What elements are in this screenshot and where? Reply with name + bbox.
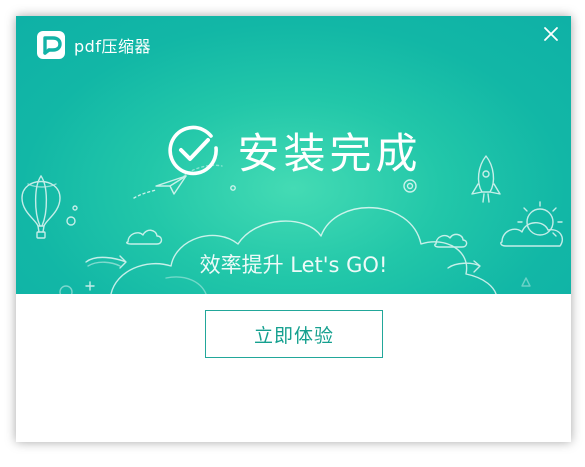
pdf-app-logo-icon bbox=[36, 30, 66, 60]
check-circle-icon bbox=[165, 122, 221, 178]
completion-title: 安装完成 bbox=[237, 128, 422, 178]
installer-window: pdf压缩器 安装完成 效率提升 Let's GO! 立即体验 bbox=[16, 16, 571, 442]
close-button[interactable] bbox=[539, 22, 563, 46]
try-now-button[interactable]: 立即体验 bbox=[205, 310, 383, 358]
close-icon bbox=[544, 27, 558, 41]
app-name: pdf压缩器 bbox=[74, 37, 151, 56]
completion-banner: pdf压缩器 安装完成 效率提升 Let's GO! bbox=[16, 16, 571, 294]
completion-headline: 安装完成 bbox=[16, 118, 571, 182]
completion-subtitle: 效率提升 Let's GO! bbox=[199, 253, 388, 277]
brand: pdf压缩器 bbox=[36, 28, 151, 62]
